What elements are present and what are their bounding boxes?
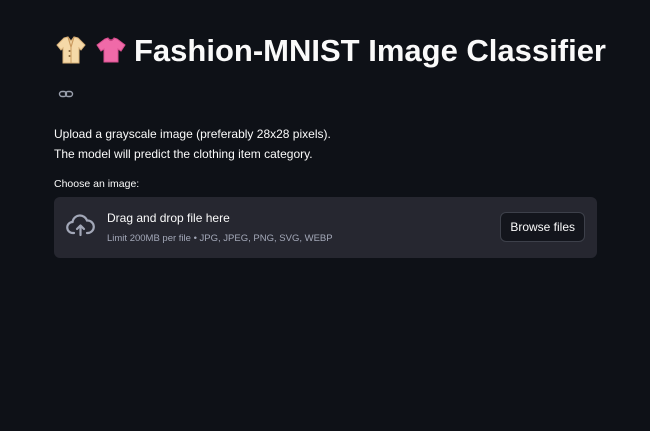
link-icon[interactable] — [58, 71, 74, 98]
description-line-1: Upload a grayscale image (preferably 28x… — [54, 127, 331, 141]
dropzone-limit: Limit 200MB per file • JPG, JPEG, PNG, S… — [107, 233, 333, 244]
description-line-2: The model will predict the clothing item… — [54, 147, 313, 161]
dropzone-instructions: Drag and drop file here — [107, 211, 230, 225]
title-text: Fashion-MNIST Image Classifier — [134, 33, 606, 68]
tshirt-emoji-icon — [94, 35, 128, 65]
description: Upload a grayscale image (preferably 28x… — [54, 124, 614, 164]
browse-files-button[interactable]: Browse files — [500, 212, 585, 242]
page-title: Fashion-MNIST Image Classifier — [54, 30, 614, 112]
uploader-label: Choose an image: — [54, 178, 140, 190]
cloud-upload-icon — [66, 214, 95, 238]
app-page: Fashion-MNIST Image Classifier Upload a … — [0, 0, 650, 431]
file-dropzone[interactable]: Drag and drop file here Limit 200MB per … — [54, 197, 597, 258]
coat-emoji-icon — [54, 35, 88, 65]
